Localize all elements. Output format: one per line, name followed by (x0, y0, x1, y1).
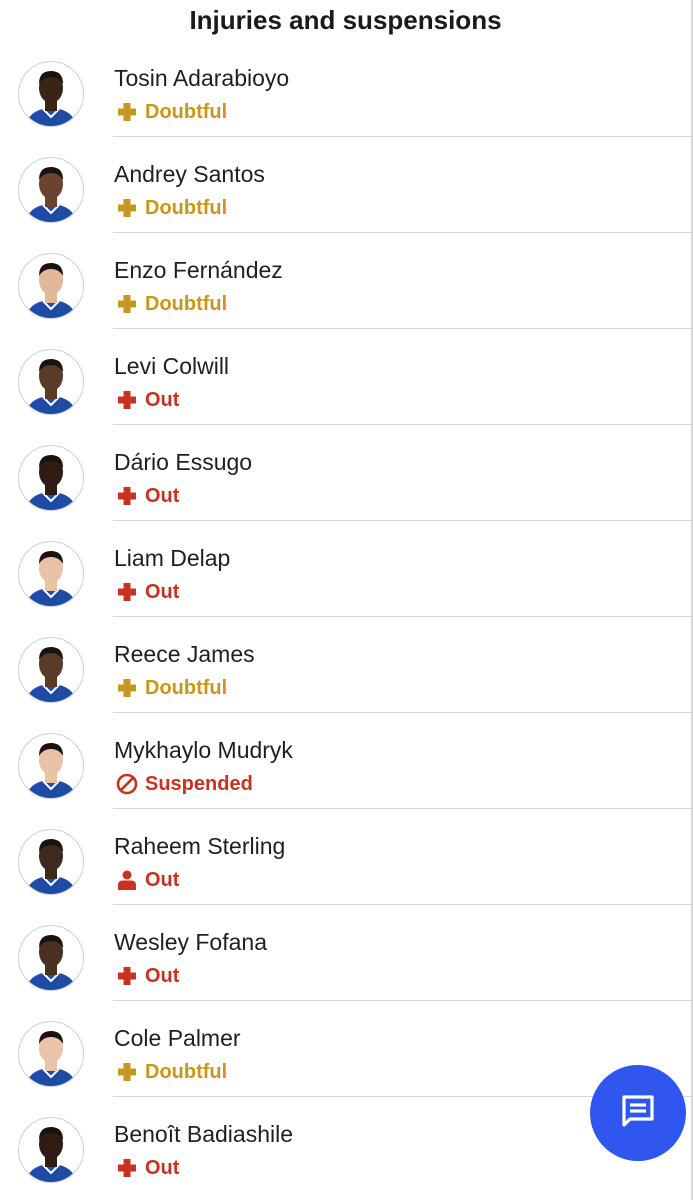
plus-icon (116, 101, 138, 123)
status-label: Out (145, 868, 180, 891)
plus-icon (116, 389, 138, 411)
status-badge: Doubtful (116, 1060, 227, 1084)
row-divider (113, 712, 691, 713)
player-name: Liam Delap (114, 545, 231, 571)
status-label: Doubtful (145, 676, 228, 699)
player-name: Enzo Fernández (114, 257, 283, 283)
status-badge: Doubtful (116, 676, 227, 700)
status-label: Doubtful (145, 292, 228, 315)
status-label: Doubtful (145, 100, 228, 123)
status-badge: Doubtful (116, 100, 227, 124)
player-list: Tosin Adarabioyo Doubtful Andrey Santos Dou… (0, 40, 691, 1192)
plus-icon (116, 1157, 138, 1179)
row-divider (113, 136, 691, 137)
row-divider (113, 1000, 691, 1001)
status-badge: Out (116, 580, 179, 604)
plus-icon (116, 1061, 138, 1083)
chat-button[interactable] (590, 1065, 686, 1161)
player-name: Cole Palmer (114, 1025, 241, 1051)
player-row[interactable]: Enzo Fernández Doubtful (0, 232, 691, 328)
player-name: Dário Essugo (114, 449, 253, 475)
plus-icon (116, 197, 138, 219)
player-avatar (18, 253, 84, 319)
player-avatar (18, 61, 84, 127)
plus-icon (116, 485, 138, 507)
status-label: Suspended (145, 772, 253, 795)
player-avatar (18, 541, 84, 607)
status-label: Out (145, 580, 180, 603)
status-badge: Doubtful (116, 292, 227, 316)
player-row[interactable]: Benoît Badiashile Out (0, 1096, 691, 1192)
player-name: Tosin Adarabioyo (114, 65, 290, 91)
row-divider (113, 520, 691, 521)
plus-icon (116, 677, 138, 699)
plus-icon (116, 581, 138, 603)
player-row[interactable]: Raheem Sterling Out (0, 808, 691, 904)
player-row[interactable]: Cole Palmer Doubtful (0, 1000, 691, 1096)
status-badge: Out (116, 964, 179, 988)
row-divider (113, 328, 691, 329)
player-row[interactable]: Mykhaylo Mudryk Suspended (0, 712, 691, 808)
status-badge: Suspended (116, 772, 253, 796)
status-badge: Out (116, 388, 179, 412)
status-label: Out (145, 964, 180, 987)
player-row[interactable]: Levi Colwill Out (0, 328, 691, 424)
player-avatar (18, 925, 84, 991)
player-row[interactable]: Wesley Fofana Out (0, 904, 691, 1000)
row-divider (113, 808, 691, 809)
status-badge: Doubtful (116, 196, 227, 220)
player-name: Benoît Badiashile (114, 1121, 294, 1147)
player-name: Andrey Santos (114, 161, 265, 187)
player-row[interactable]: Liam Delap Out (0, 520, 691, 616)
player-avatar (18, 733, 84, 799)
injuries-page: Injuries and suspensions Tosin Adarabioy… (0, 0, 693, 1200)
status-label: Out (145, 388, 180, 411)
player-row[interactable]: Andrey Santos Doubtful (0, 136, 691, 232)
player-name: Raheem Sterling (114, 833, 286, 859)
player-avatar (18, 445, 84, 511)
plus-icon (116, 293, 138, 315)
row-divider (113, 904, 691, 905)
player-avatar (18, 349, 84, 415)
status-label: Out (145, 1156, 180, 1179)
player-avatar (18, 1021, 84, 1087)
player-avatar (18, 829, 84, 895)
plus-icon (116, 965, 138, 987)
ban-icon (116, 773, 138, 795)
player-name: Levi Colwill (114, 353, 230, 379)
player-name: Wesley Fofana (114, 929, 267, 955)
page-title: Injuries and suspensions (189, 5, 502, 35)
row-divider (113, 616, 691, 617)
chat-icon (618, 1091, 658, 1136)
player-row[interactable]: Tosin Adarabioyo Doubtful (0, 40, 691, 136)
row-divider (113, 424, 691, 425)
person-icon (116, 869, 138, 891)
player-avatar (18, 1117, 84, 1183)
status-label: Out (145, 484, 180, 507)
row-divider (113, 232, 691, 233)
player-name: Mykhaylo Mudryk (114, 737, 293, 763)
player-row[interactable]: Dário Essugo Out (0, 424, 691, 520)
status-badge: Out (116, 484, 179, 508)
status-label: Doubtful (145, 1060, 228, 1083)
player-row[interactable]: Reece James Doubtful (0, 616, 691, 712)
status-label: Doubtful (145, 196, 228, 219)
player-name: Reece James (114, 641, 255, 667)
status-badge: Out (116, 1156, 179, 1180)
player-avatar (18, 637, 84, 703)
status-badge: Out (116, 868, 179, 892)
player-avatar (18, 157, 84, 223)
